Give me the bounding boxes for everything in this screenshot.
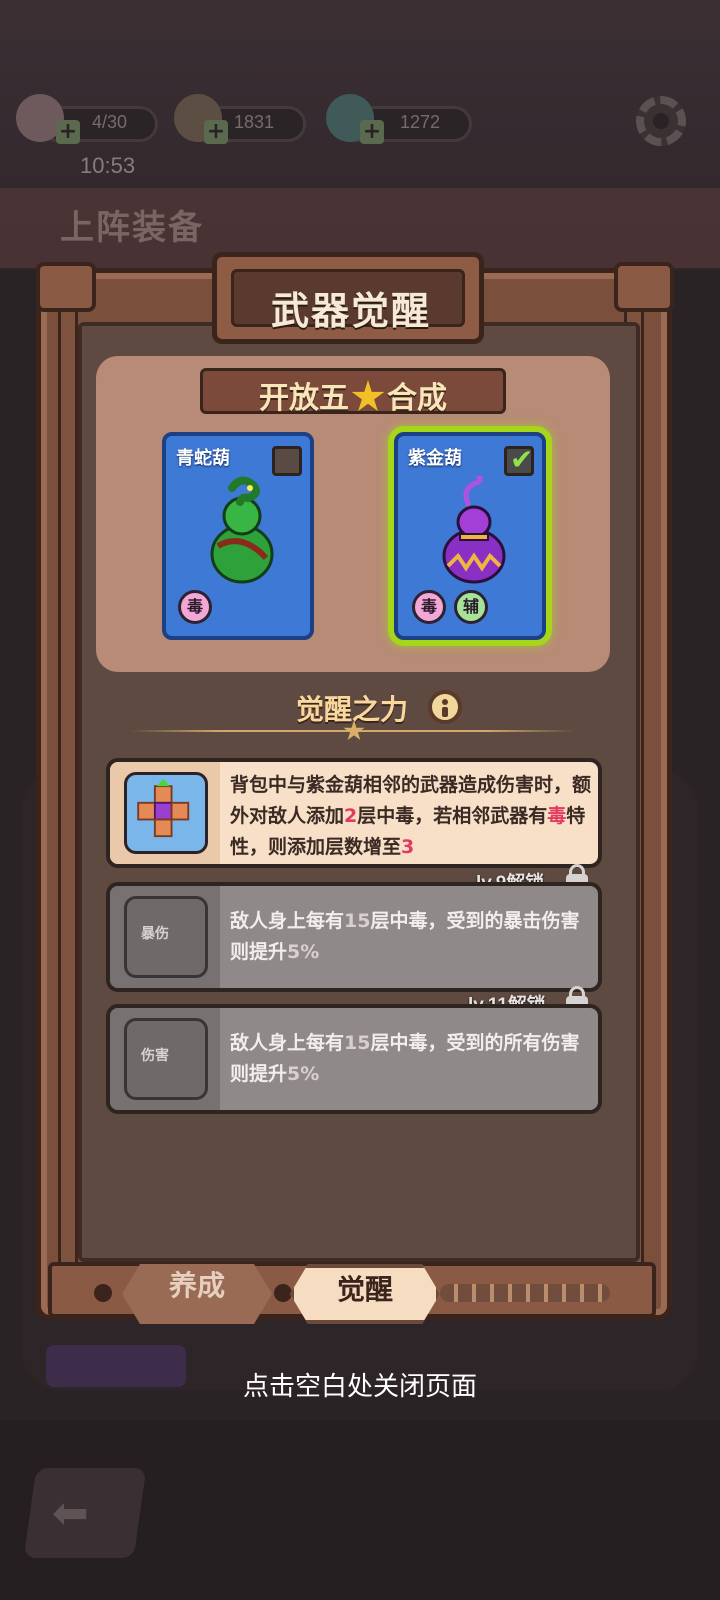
status-clock: 10:53 (80, 153, 136, 178)
resource-gold-value: 1831 (234, 112, 275, 132)
awaken-power-title: 觉醒之力 (296, 693, 409, 726)
add-energy-icon[interactable]: + (56, 120, 80, 144)
tab-bar-chain (440, 1284, 610, 1302)
panel-title: 武器觉醒 (270, 289, 431, 333)
panel-title-board: 武器觉醒 (212, 252, 484, 344)
checkmark-icon: ✔ (510, 443, 534, 476)
weapon-card-name: 紫金葫 (408, 448, 462, 469)
ribbon-text-right: 合成 (387, 381, 447, 416)
add-gem-icon[interactable]: + (360, 120, 384, 144)
weapon-card-purple-gourd[interactable]: 紫金葫 ✔ 毒 辅 (394, 432, 546, 640)
awaken-effect-3: 伤害 敌人身上每有15层中毒，受到的所有伤害则提升5% (106, 1004, 602, 1114)
background-section-title: 上阵装备 (60, 208, 204, 248)
panel-right-cap (614, 262, 674, 312)
awaken-effect-2-text: 敌人身上每有15层中毒，受到的暴击伤害则提升5% (230, 910, 580, 963)
awaken-effect-2: 暴伤 敌人身上每有15层中毒，受到的暴击伤害则提升5% (106, 882, 602, 992)
crit-damage-effect-icon: 暴伤 (124, 896, 208, 978)
close-hint[interactable]: 点击空白处关闭页面 (0, 1366, 720, 1403)
poison-tag: 毒 (178, 590, 212, 624)
ribbon-text-left: 开放五 (259, 381, 349, 416)
awaken-effect-1: 背包中与紫金葫相邻的武器造成伤害时，额外对敌人添加2层中毒，若相邻武器有毒特性，… (106, 758, 602, 868)
green-snake-gourd-icon (210, 476, 274, 584)
awaken-effect-1-text: 背包中与紫金葫相邻的武器造成伤害时，额外对敌人添加2层中毒，若相邻武器有毒特性，… (230, 774, 592, 858)
info-icon[interactable] (428, 690, 462, 724)
all-damage-effect-icon: 伤害 (124, 1018, 208, 1100)
star-icon (351, 380, 385, 411)
support-tag: 辅 (454, 590, 488, 624)
back-arrow-icon: ⬅ (51, 1488, 89, 1539)
merge-ribbon: 开放五 合成 (200, 368, 506, 416)
settings-gear-icon[interactable] (636, 96, 686, 146)
tab-cultivate[interactable]: 养成 (122, 1264, 272, 1324)
panel-left-cap (36, 262, 96, 312)
tab-bar-knob (94, 1284, 112, 1302)
weapon-card-green-gourd[interactable]: 青蛇葫 毒 (162, 432, 314, 640)
tab-awaken[interactable]: 觉醒 (290, 1264, 440, 1324)
weapon-checkbox-checked[interactable]: ✔ (504, 443, 534, 476)
tab-bar-knob (274, 1284, 292, 1302)
panel-left-post (58, 280, 78, 1280)
awaken-effect-3-text: 敌人身上每有15层中毒，受到的所有伤害则提升5% (230, 1032, 580, 1085)
purple-gold-gourd-icon (442, 476, 506, 584)
weapon-checkbox[interactable] (272, 446, 302, 476)
poison-tag: 毒 (412, 590, 446, 624)
adjacent-grid-effect-icon (124, 772, 208, 854)
resource-energy-value: 4/30 (92, 112, 128, 132)
add-gold-icon[interactable]: + (204, 120, 228, 144)
resource-gem-value: 1272 (400, 112, 441, 132)
back-button[interactable]: ⬅ (23, 1468, 147, 1558)
weapon-card-name: 青蛇葫 (176, 448, 230, 469)
